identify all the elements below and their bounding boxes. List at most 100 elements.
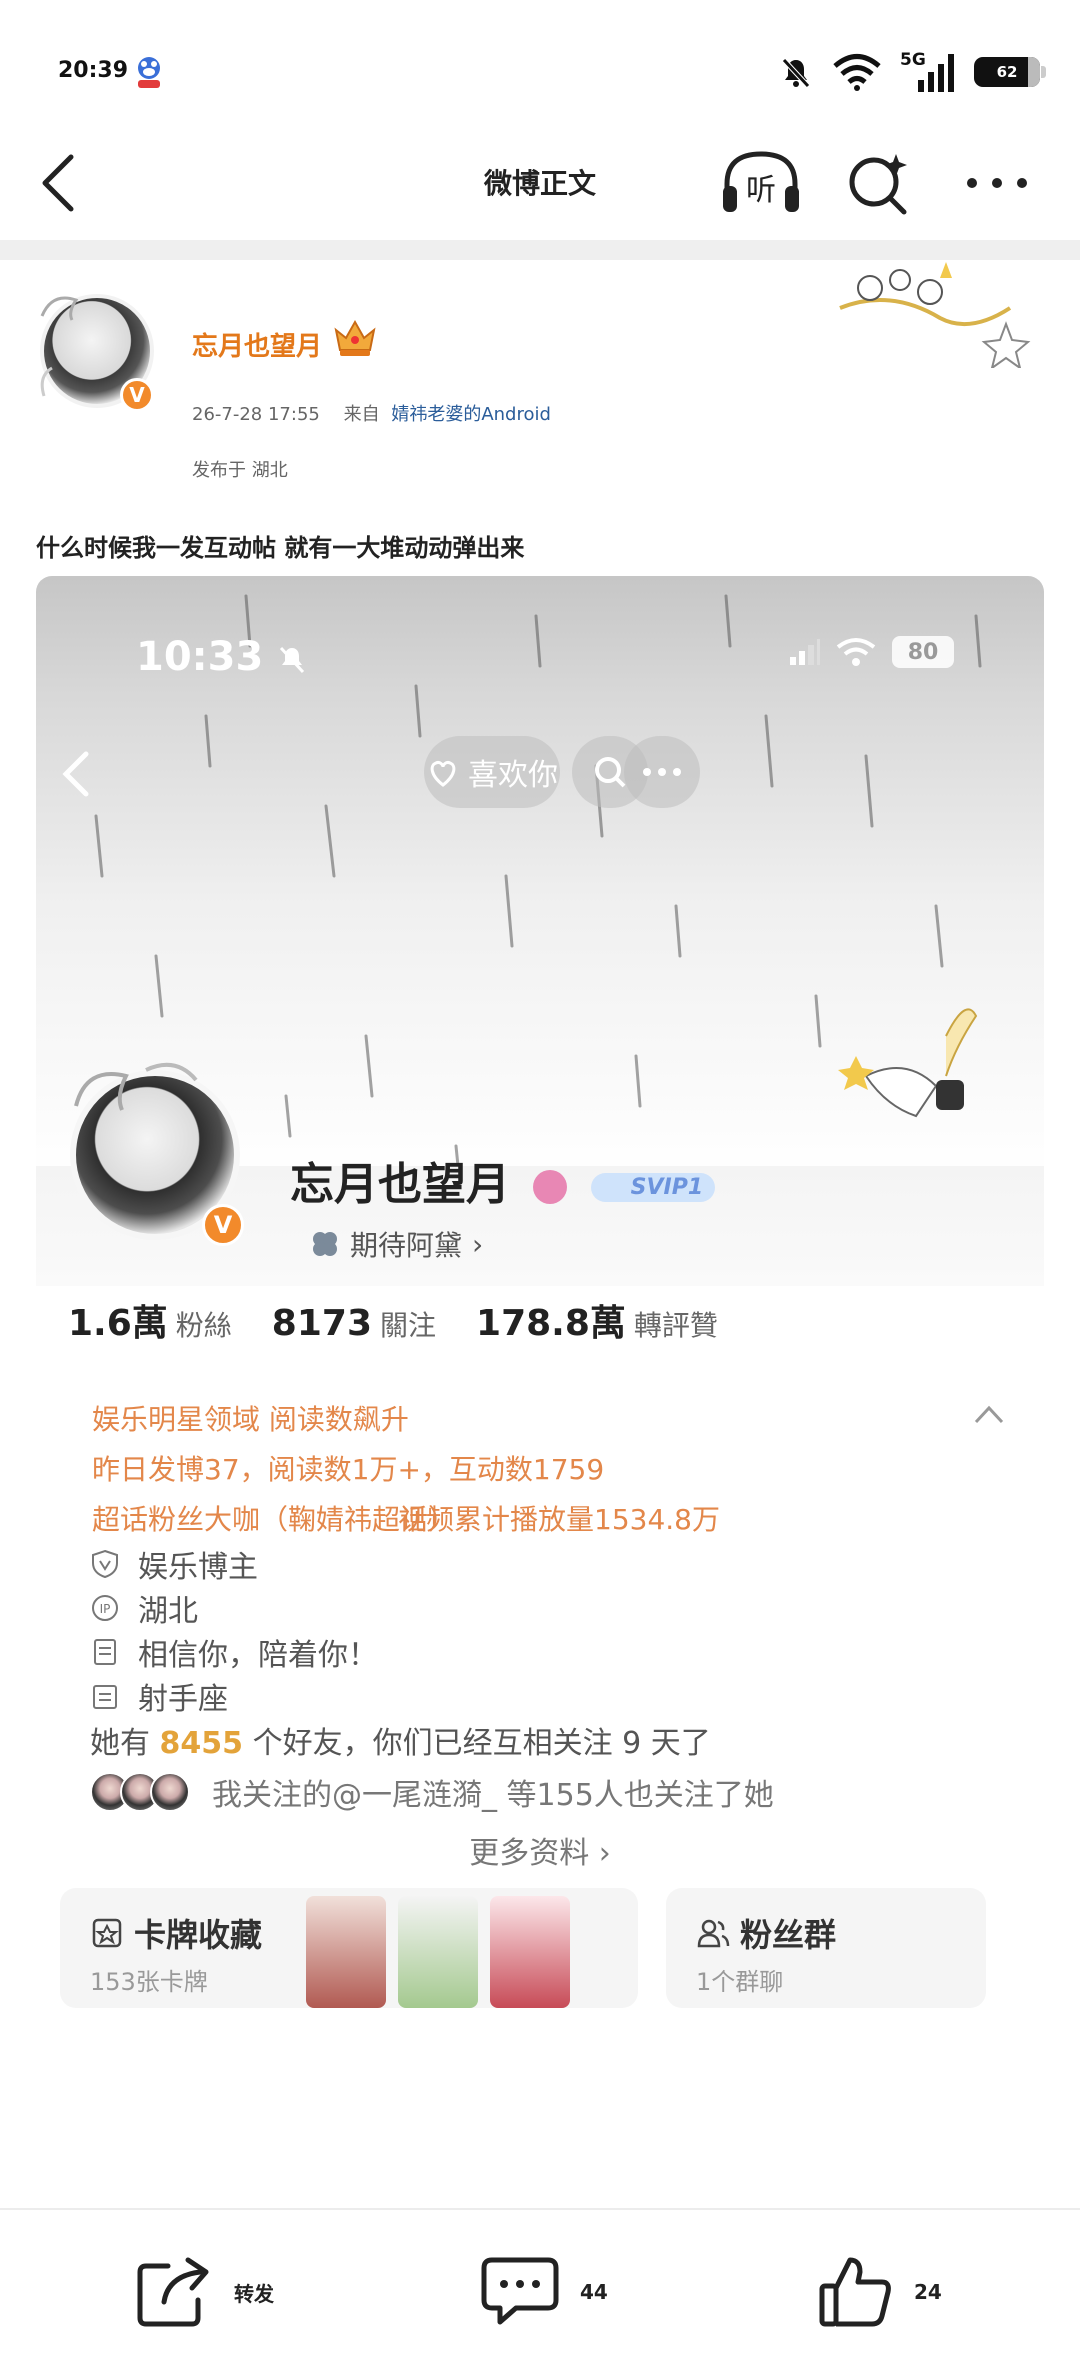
friends-line: 她有 8455 个好友，你们已经互相关注 9 天了	[90, 1718, 711, 1762]
signal-icon	[790, 639, 820, 665]
mutual-text: 我关注的@一尾涟漪_ 等155人也关注了她	[212, 1778, 774, 1813]
status-time: 20:39	[58, 58, 129, 83]
info-category-text: 娱乐博主	[138, 1550, 258, 1585]
card-icon	[92, 1918, 122, 1948]
embedded-time: 10:33	[136, 634, 307, 680]
post-source-link[interactable]: 婧祎老婆的Android	[391, 404, 551, 425]
status-bar: 20:39 5G 62	[0, 0, 1080, 120]
status-icons: 5G 62	[778, 50, 1046, 94]
signal-icon: 5G	[900, 50, 956, 94]
calendar-icon	[93, 1685, 117, 1709]
card2-sub: 1个群聊	[696, 1968, 784, 1996]
friends-prefix: 她有	[90, 1726, 150, 1761]
clover-icon	[313, 1232, 337, 1256]
comment-icon	[481, 2257, 559, 2325]
card1-title: 卡牌收藏	[134, 1916, 263, 1954]
embedded-subtitle: 期待阿黛 ›	[310, 1224, 483, 1264]
page-title: 微博正文	[483, 167, 596, 200]
mute-icon	[782, 58, 810, 88]
svip-badge: SVIP1	[590, 1172, 716, 1202]
like-pill-button: 喜欢你	[424, 736, 560, 808]
avatar	[150, 1772, 190, 1812]
highlight-title: 娱乐明星领域 阅读数飙升	[92, 1403, 409, 1436]
share-icon	[137, 2257, 209, 2327]
svg-text:听: 听	[746, 173, 776, 208]
search-sparkle-icon[interactable]	[842, 148, 912, 218]
profile-stats: 1.6萬 粉絲 8173 關注 178.8萬 轉評贊	[68, 1294, 758, 1346]
card-fan-group: 粉丝群 1个群聊	[666, 1888, 986, 2008]
stat-fans-label: 粉絲	[175, 1309, 232, 1342]
more-icon[interactable]	[962, 148, 1032, 218]
info-row-ip: IP 湖北	[90, 1586, 198, 1630]
info-zodiac-text: 射手座	[138, 1682, 228, 1717]
card-collection: 卡牌收藏 153张卡牌	[60, 1888, 638, 2008]
decoration-ink-icon	[838, 1008, 978, 1118]
listen-icon[interactable]: 听	[718, 148, 804, 218]
heart-hand-icon	[430, 761, 456, 787]
baidu-app-icon	[138, 57, 160, 88]
like-label: 喜欢你	[468, 758, 558, 793]
card1-sub: 153张卡牌	[90, 1968, 208, 1996]
highlight-line2b: 视频累计播放量1534.8万	[398, 1503, 720, 1536]
back-icon	[62, 751, 89, 797]
stat-interact-num: 178.8萬	[476, 1303, 626, 1344]
shield-v-icon	[92, 1549, 118, 1579]
post-text: 什么时候我一发互动帖 就有一大堆动动弹出来	[36, 534, 525, 562]
verified-badge-icon: V	[120, 378, 154, 412]
decoration-flowers-icon	[839, 262, 1031, 368]
highlight-line1: 昨日发博37，阅读数1万+，互动数1759	[92, 1453, 605, 1486]
mute-icon	[280, 646, 305, 674]
embedded-more-icon	[624, 736, 700, 808]
stat-interact-label: 轉評贊	[633, 1309, 718, 1342]
repost-label: 转发	[234, 2281, 274, 2306]
repost-button[interactable]: 转发	[136, 2252, 274, 2332]
group-icon	[697, 1919, 730, 1948]
embedded-subtitle-text: 期待阿黛	[350, 1229, 463, 1262]
card-thumb-2	[398, 1896, 478, 2008]
post-time: 26-7-28 17:55	[192, 404, 320, 425]
battery-icon: 62	[974, 57, 1046, 87]
more-info-link: 更多资料 ›	[469, 1836, 611, 1871]
comment-count: 44	[580, 2280, 608, 2304]
divider	[0, 240, 1080, 260]
embedded-profile-name: 忘月也望月 SVIP1	[290, 1148, 716, 1212]
card2-title: 粉丝群	[740, 1916, 837, 1954]
stat-follow-num: 8173	[271, 1303, 372, 1344]
info-row-category: 娱乐博主	[90, 1542, 258, 1586]
info-ip-text: 湖北	[138, 1594, 198, 1629]
comment-button[interactable]: 44	[480, 2252, 608, 2332]
embedded-avatar: V	[56, 1056, 256, 1256]
info-bio-text: 相信你，陪着你！	[138, 1638, 378, 1673]
bottom-action-bar: 转发 44 24	[0, 2208, 1080, 2372]
from-label: 来自	[343, 404, 380, 425]
like-button[interactable]: 24	[818, 2252, 942, 2332]
document-icon	[94, 1639, 116, 1665]
svg-text:IP: IP	[100, 1602, 111, 1616]
nav-bar: 微博正文 听	[0, 120, 1080, 240]
card-thumb-1	[306, 1896, 386, 2008]
ip-icon: IP	[92, 1595, 118, 1621]
info-row-bio: 相信你，陪着你！	[90, 1630, 378, 1674]
stat-fans-num: 1.6萬	[68, 1303, 168, 1344]
author-name[interactable]: 忘月也望月	[192, 326, 322, 363]
like-count: 24	[914, 2280, 942, 2304]
chevron-up-icon	[974, 1405, 1004, 1424]
crown-badge-icon	[334, 319, 376, 356]
author-avatar[interactable]: V	[32, 286, 162, 416]
embedded-status-icons: 80	[790, 636, 954, 668]
embedded-name-text: 忘月也望月	[290, 1159, 510, 1210]
card-thumb-3	[490, 1896, 570, 2008]
embedded-battery: 80	[907, 639, 939, 665]
wifi-icon	[836, 638, 876, 666]
stat-follow-label: 關注	[380, 1309, 437, 1342]
friends-count: 8455	[159, 1726, 244, 1761]
battery-icon: 80	[892, 636, 954, 668]
female-icon	[533, 1170, 568, 1204]
post-image[interactable]: 10:33 80 喜欢你 V 忘月也望月 SVIP1 期待阿黛 › 1.6萬 粉…	[36, 576, 1044, 2211]
info-row-zodiac: 射手座	[90, 1674, 228, 1718]
friends-suffix: 个好友，你们已经互相关注 9 天了	[252, 1726, 711, 1761]
post-meta: 26-7-28 17:55 来自 婧祎老婆的Android	[192, 400, 551, 426]
embedded-time-text: 10:33	[136, 634, 264, 680]
wifi-icon	[833, 54, 881, 91]
verified-badge-icon: V	[202, 1204, 244, 1246]
